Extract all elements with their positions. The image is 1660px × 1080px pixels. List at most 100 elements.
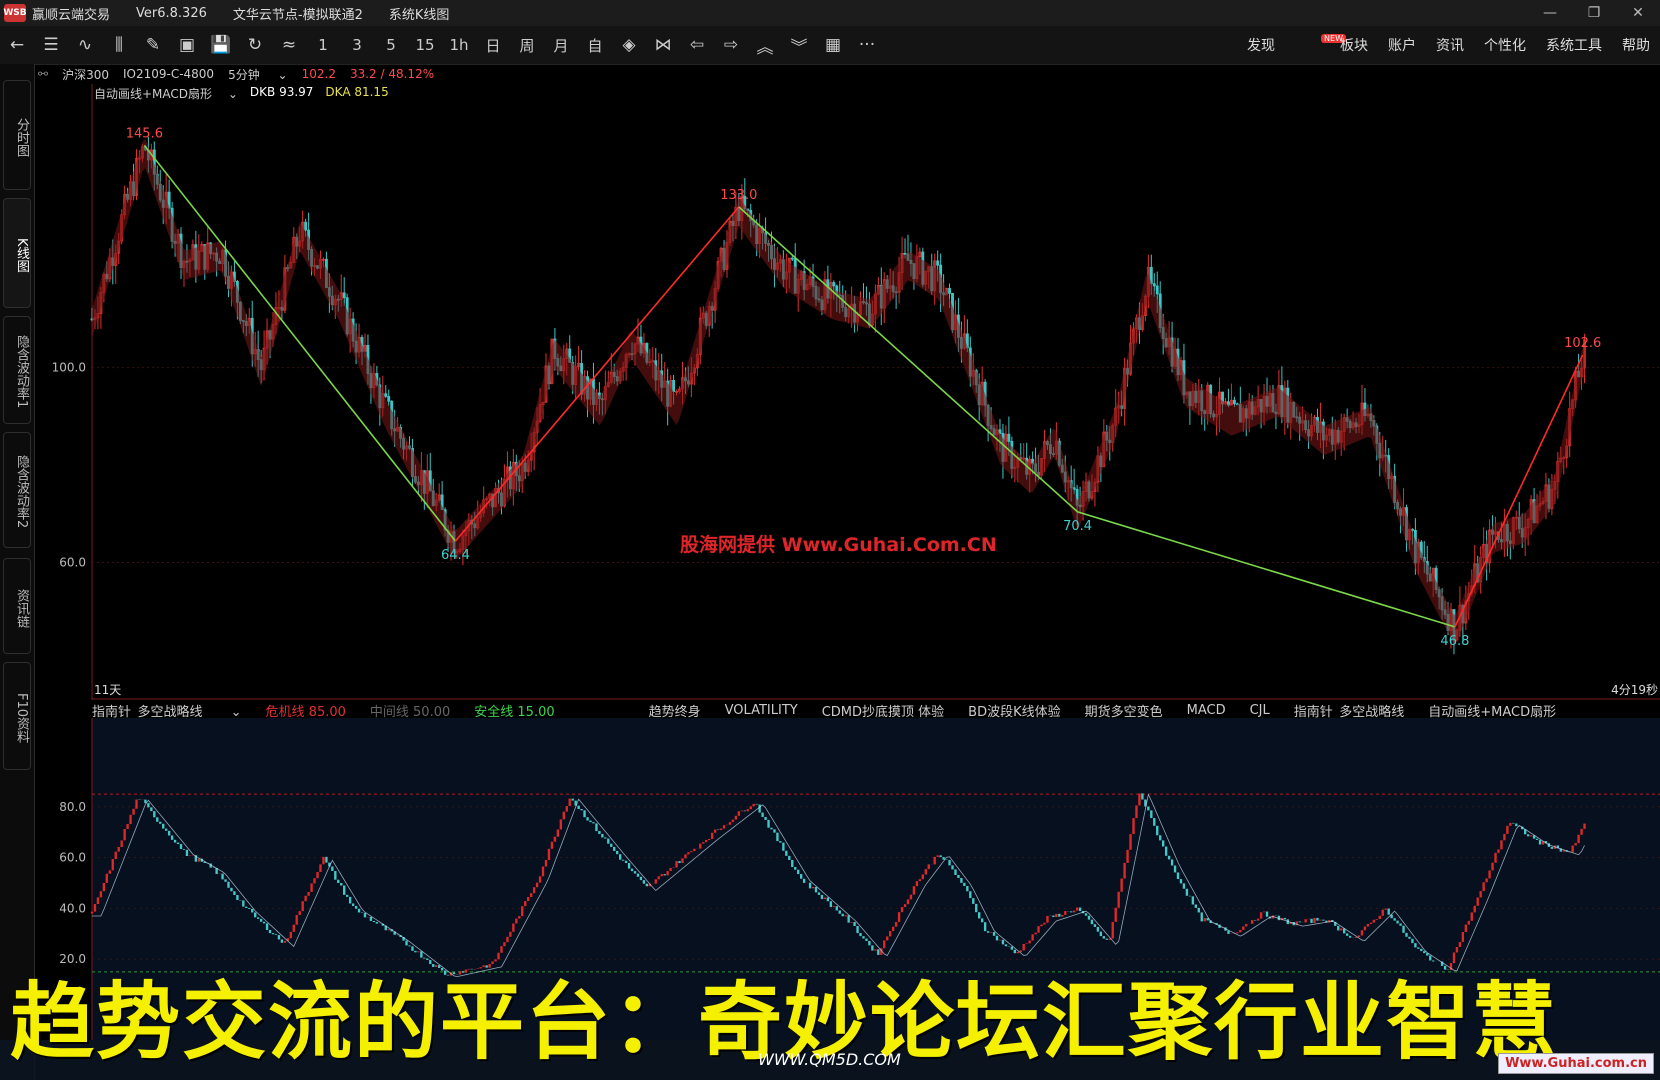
draw-icon[interactable]: ✎ bbox=[136, 30, 170, 60]
app-name: 赢顺云端交易 bbox=[32, 7, 111, 23]
candle-body bbox=[384, 393, 388, 397]
contract-info-bar: ⚯ 沪深300 IO2109-C-4800 5分钟 ⌄ 102.2 33.2 /… bbox=[34, 64, 1660, 84]
nav-3-icon[interactable]: ⇨ bbox=[714, 30, 748, 60]
indicator-tab-5[interactable]: MACD bbox=[1187, 703, 1226, 718]
param-1: 中间线 50.00 bbox=[369, 704, 451, 720]
maximize-button[interactable]: ❐ bbox=[1572, 0, 1616, 26]
period-6-button[interactable]: 周 bbox=[510, 30, 544, 60]
indicator-tab-8[interactable]: 自动画线+MACD扇形 bbox=[1428, 701, 1556, 720]
price-tick-1: 60.0 bbox=[59, 556, 86, 570]
candle-body bbox=[1007, 433, 1011, 442]
indicator-tab-3[interactable]: BD波段K线体验 bbox=[968, 701, 1060, 720]
nav-4-icon[interactable]: ︽ bbox=[748, 30, 782, 60]
kline-icon[interactable]: ⫼ bbox=[102, 30, 136, 60]
menu-item-6[interactable]: 帮助 bbox=[1622, 35, 1650, 55]
period-2-button[interactable]: 5 bbox=[374, 30, 408, 60]
sidebar-tab-2[interactable]: 隐含波动率1 bbox=[3, 316, 31, 424]
candle-body bbox=[832, 282, 836, 287]
param-2: 安全线 15.00 bbox=[474, 704, 555, 720]
top-menu: 发现 NEW 板块 账户 资讯 个性化 系统工具 帮助 bbox=[1227, 26, 1650, 64]
pivot-label-0: 145.6 bbox=[126, 126, 163, 141]
menu-item-1[interactable]: 板块 bbox=[1340, 35, 1368, 55]
server-node: 文华云节点-模拟联通2 bbox=[232, 7, 363, 23]
pivot-label-5: 102.6 bbox=[1564, 336, 1601, 351]
indicator-tab-4[interactable]: 期货多空变色 bbox=[1085, 701, 1163, 720]
layout-icon[interactable]: ▣ bbox=[170, 30, 204, 60]
sidebar-tab-5[interactable]: F10资料 bbox=[3, 662, 31, 770]
nav-5-icon[interactable]: ︾ bbox=[782, 30, 816, 60]
price-change: 33.2 / 48.12% bbox=[349, 67, 435, 81]
lower-indicator-select[interactable]: 指南针_多空战略线 ⌄ bbox=[92, 701, 242, 720]
period-7-button[interactable]: 月 bbox=[544, 30, 578, 60]
candle-body bbox=[948, 287, 951, 294]
sidebar-tab-1[interactable]: K线图 bbox=[3, 198, 31, 308]
view-name: 系统K线图 bbox=[388, 7, 450, 23]
candle-body bbox=[672, 379, 676, 392]
menu-item-3[interactable]: 资讯 bbox=[1436, 35, 1464, 55]
menu-item-0[interactable]: 发现 NEW bbox=[1247, 34, 1346, 55]
line-chart-icon[interactable]: ∿ bbox=[68, 30, 102, 60]
refresh-icon[interactable]: ↻ bbox=[238, 30, 272, 60]
period-4-button[interactable]: 1h bbox=[442, 30, 476, 60]
indicator-tab-2[interactable]: CDMD抄底摸顶 体验 bbox=[822, 701, 944, 720]
guhai-logo: Www.Guhai.com.cn bbox=[1498, 1053, 1654, 1074]
sidebar-tab-3[interactable]: 隐含波动率2 bbox=[3, 432, 31, 548]
candle-body bbox=[1152, 283, 1156, 287]
period-5-button[interactable]: 日 bbox=[476, 30, 510, 60]
nav-0-icon[interactable]: ◈ bbox=[612, 30, 646, 60]
lower-tick-0: 80.0 bbox=[59, 800, 86, 814]
indicator-tab-0[interactable]: 趋势终身 bbox=[649, 701, 701, 720]
app-logo: WSB bbox=[3, 4, 27, 22]
candle-body bbox=[790, 257, 794, 260]
indicator-tab-1[interactable]: VOLATILITY bbox=[725, 703, 798, 718]
sidebar-tab-4[interactable]: 资讯链 bbox=[3, 558, 31, 654]
close-button[interactable]: ✕ bbox=[1616, 0, 1660, 26]
lower-tick-2: 40.0 bbox=[59, 901, 86, 915]
contract-code[interactable]: IO2109-C-4800 bbox=[123, 67, 214, 81]
nav-6-icon[interactable]: ▦ bbox=[816, 30, 850, 60]
period-select[interactable]: 5分钟 ⌄ bbox=[228, 66, 288, 83]
back-arrow-icon[interactable]: ← bbox=[0, 30, 34, 60]
pivot-label-2: 133.0 bbox=[720, 188, 757, 203]
period-label: 5分钟 bbox=[228, 67, 260, 82]
indicator-tab-7[interactable]: 指南针_多空战略线 bbox=[1294, 701, 1405, 720]
compare-icon[interactable]: ≈ bbox=[272, 30, 306, 60]
countdown-label: 4分19秒 bbox=[1611, 683, 1658, 697]
candle-body bbox=[1155, 285, 1159, 295]
watermark-guhai: 股海网提供 Www.Guhai.Com.CN bbox=[680, 534, 997, 556]
overlay-site: WWW.QM5D.COM bbox=[758, 1050, 901, 1069]
price-tick-0: 100.0 bbox=[52, 361, 86, 375]
candle-body bbox=[342, 292, 346, 299]
candle-body bbox=[304, 221, 308, 231]
macd-fan-ribbon bbox=[92, 138, 1585, 645]
nav-2-icon[interactable]: ⇦ bbox=[680, 30, 714, 60]
pivot-label-3: 70.4 bbox=[1063, 519, 1092, 534]
list-icon[interactable]: ☰ bbox=[34, 30, 68, 60]
nav-1-icon[interactable]: ⋈ bbox=[646, 30, 680, 60]
period-8-button[interactable]: 自 bbox=[578, 30, 612, 60]
sidebar-tab-0[interactable]: 分时图 bbox=[3, 80, 31, 190]
period-0-button[interactable]: 1 bbox=[306, 30, 340, 60]
menu-item-4[interactable]: 个性化 bbox=[1484, 35, 1526, 55]
link-icon[interactable]: ⚯ bbox=[38, 67, 48, 81]
last-price: 102.2 bbox=[301, 67, 336, 81]
left-sidebar: 分时图 K线图隐含波动率1 隐含波动率2 资讯链 F10资料 bbox=[0, 64, 35, 1080]
save-icon[interactable]: 💾 bbox=[204, 30, 238, 60]
index-name[interactable]: 沪深300 bbox=[62, 66, 109, 83]
kline-chart[interactable]: 100.0 60.0 145.6 64.4 133.0 70.4 46.8 102.6 11天 4… bbox=[34, 84, 1660, 700]
app-version: Ver6.8.326 bbox=[136, 5, 207, 21]
time-span-label: 11天 bbox=[94, 683, 121, 697]
period-1-button[interactable]: 3 bbox=[340, 30, 374, 60]
indicator-tab-6[interactable]: CJL bbox=[1250, 703, 1270, 718]
candles bbox=[90, 136, 1586, 655]
nav-7-icon[interactable]: ··· bbox=[850, 30, 884, 60]
menu-item-2[interactable]: 账户 bbox=[1388, 35, 1416, 55]
period-3-button[interactable]: 15 bbox=[408, 30, 442, 60]
zigzag-segment-4 bbox=[1454, 354, 1584, 628]
menu-item-5[interactable]: 系统工具 bbox=[1546, 35, 1602, 55]
pivot-label-4: 46.8 bbox=[1440, 634, 1469, 649]
zigzag-segment-0 bbox=[143, 144, 457, 542]
pivot-label-1: 64.4 bbox=[441, 548, 470, 563]
minimize-button[interactable]: — bbox=[1528, 0, 1572, 26]
zigzag-segment-3 bbox=[1077, 511, 1456, 628]
